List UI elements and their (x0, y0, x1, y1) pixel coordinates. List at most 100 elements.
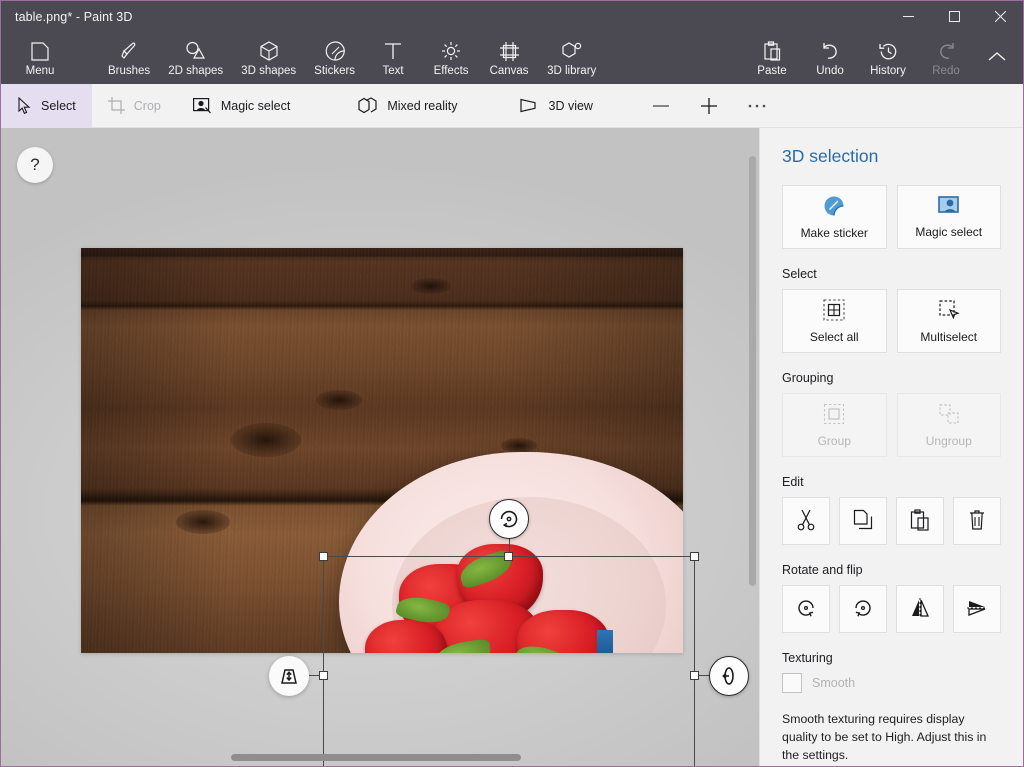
resize-handle-middle-right[interactable] (690, 671, 699, 680)
texturing-section-label: Texturing (782, 651, 833, 665)
horizontal-scrollbar[interactable] (231, 754, 521, 761)
toolbar-item-stickers[interactable]: Stickers (305, 32, 364, 84)
wood-knot (411, 278, 451, 294)
edit-section-label: Edit (782, 475, 804, 489)
resize-handle-middle-left[interactable] (319, 671, 328, 680)
rotate-right-button[interactable] (839, 585, 887, 633)
tool-3d-view[interactable]: 3D view (504, 84, 609, 127)
toolbar-item-effects[interactable]: Effects (422, 32, 480, 84)
multiselect-button[interactable]: Multiselect (896, 289, 1001, 353)
select-actions: Select all Multiselect (782, 289, 1001, 353)
ungroup-button: Ungroup (896, 393, 1001, 457)
plus-icon (699, 96, 719, 116)
tool-select[interactable]: Select (1, 84, 92, 127)
toolbar-item-canvas[interactable]: Canvas (480, 32, 538, 84)
zoom-in-button[interactable] (685, 84, 733, 127)
3d-selection-panel: 3D selection Make sticker Magic select S… (759, 128, 1023, 766)
toolbar-item-menu[interactable]: Menu (11, 32, 69, 84)
scissors-icon (796, 509, 816, 534)
depth-handle[interactable] (269, 656, 309, 696)
paste-button[interactable] (896, 497, 944, 545)
collapse-ribbon-button[interactable] (975, 32, 1019, 84)
rotate-right-icon (852, 597, 874, 622)
tool-mixed-reality[interactable]: Mixed reality (342, 84, 473, 127)
rotate-z-handle[interactable] (489, 499, 529, 539)
resize-handle-top-left[interactable] (319, 552, 328, 561)
texturing-note: Smooth texturing requires display qualit… (782, 712, 987, 762)
maximize-button[interactable] (931, 1, 977, 32)
flip-vertical-button[interactable] (953, 585, 1001, 633)
grouping-section-label: Grouping (782, 371, 834, 385)
wood-knot (316, 390, 362, 410)
copy-icon (853, 509, 873, 534)
window-title: table.png* - Paint 3D (15, 9, 133, 24)
zoom-out-button[interactable] (637, 84, 685, 127)
make-sticker-label: Make sticker (800, 225, 868, 240)
mixed-reality-icon (358, 97, 378, 114)
toolbar-label-history: History (870, 65, 906, 77)
tool-magic-select[interactable]: Magic select (177, 84, 306, 127)
rotate-left-button[interactable] (782, 585, 830, 633)
wood-knot (176, 510, 230, 534)
history-icon (878, 40, 898, 62)
crop-icon (107, 97, 125, 114)
resize-handle-top-right[interactable] (690, 552, 699, 561)
flip-horizontal-icon (909, 597, 931, 622)
wood-knot (231, 423, 301, 457)
toolbar-item-2d-shapes[interactable]: 2D shapes (159, 32, 232, 84)
toolbar-item-undo[interactable]: Undo (801, 32, 859, 84)
toolbar-item-paste[interactable]: Paste (743, 32, 801, 84)
rotate-z-icon (500, 510, 518, 528)
toolbar-label-3d-library: 3D library (547, 65, 597, 77)
flip-horizontal-button[interactable] (896, 585, 944, 633)
toolbar-item-text[interactable]: Text (364, 32, 422, 84)
select-all-icon (823, 298, 845, 324)
select-section-label: Select (782, 267, 817, 281)
app-body: ? 3D selection Make sticker Magic select… (1, 128, 1023, 766)
toolbar-item-3d-shapes[interactable]: 3D shapes (232, 32, 305, 84)
group-label: Group (817, 433, 851, 448)
magic-select-icon (192, 97, 212, 114)
toolbar-label-canvas: Canvas (489, 65, 529, 77)
help-icon: ? (30, 155, 40, 174)
more-options-button[interactable] (733, 84, 781, 127)
toolbar-label-text: Text (382, 65, 404, 77)
smooth-checkbox (782, 673, 802, 693)
cursor-icon (17, 97, 32, 114)
copy-button[interactable] (839, 497, 887, 545)
close-button[interactable] (977, 1, 1023, 32)
toolbar-label-2d-shapes: 2D shapes (168, 65, 224, 77)
main-toolbar: Menu Brushes 2D shapes 3D shapes Sticker (1, 32, 1023, 84)
minimize-button[interactable] (885, 1, 931, 32)
toolbar-item-history[interactable]: History (859, 32, 917, 84)
canvas-workspace[interactable]: ? (1, 128, 759, 766)
group-icon (823, 403, 845, 428)
smooth-checkbox-label: Smooth (812, 676, 856, 690)
make-sticker-button[interactable]: Make sticker (782, 185, 887, 249)
3d-library-icon (561, 40, 582, 62)
multiselect-icon (938, 299, 960, 324)
toolbar-label-menu: Menu (25, 65, 55, 77)
tool-crop-label: Crop (133, 98, 161, 113)
toolbar-item-3d-library[interactable]: 3D library (538, 32, 605, 84)
help-button[interactable]: ? (17, 147, 53, 183)
panel-top-actions: Make sticker Magic select (782, 185, 1001, 249)
toolbar-label-effects: Effects (433, 65, 469, 77)
toolbar-item-brushes[interactable]: Brushes (99, 32, 159, 84)
toolbar-label-redo: Redo (932, 65, 960, 77)
minus-icon (651, 96, 671, 116)
select-all-button[interactable]: Select all (782, 289, 887, 353)
chevron-up-icon (988, 49, 1006, 67)
delete-button[interactable] (953, 497, 1001, 545)
more-options-icon (747, 103, 767, 109)
multiselect-label: Multiselect (920, 329, 978, 344)
panel-magic-select-button[interactable]: Magic select (896, 185, 1001, 249)
edit-actions (782, 497, 1001, 545)
resize-handle-top-center[interactable] (504, 552, 513, 561)
rotate-x-handle[interactable] (709, 656, 749, 696)
vertical-scrollbar[interactable] (749, 156, 756, 586)
window-controls (885, 1, 1023, 32)
selection-box[interactable] (319, 552, 699, 766)
cut-button[interactable] (782, 497, 830, 545)
